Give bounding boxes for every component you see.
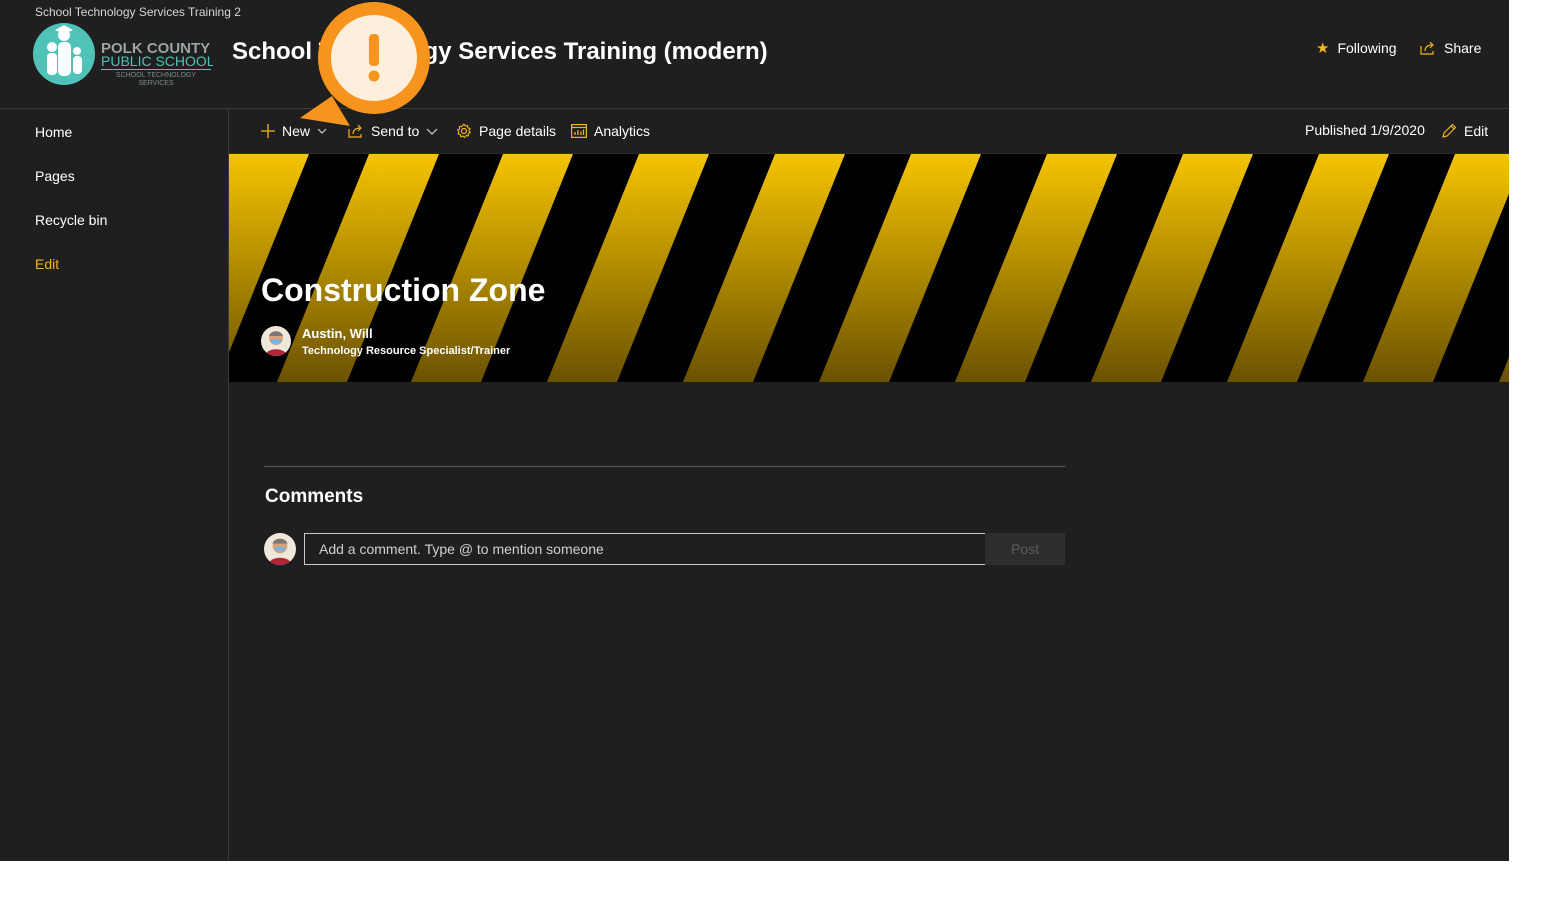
nav-edit-link[interactable]: Edit	[35, 256, 59, 272]
comments-heading: Comments	[265, 486, 364, 507]
nav-item-recycle-bin[interactable]: Recycle bin	[35, 212, 107, 228]
author-job-title: Technology Resource Specialist/Trainer	[302, 345, 511, 357]
following-button[interactable]: ★ Following	[1316, 38, 1397, 58]
person-icon	[265, 331, 287, 356]
site-header: School Technology Services Training 2 PO…	[0, 0, 1509, 109]
nav-item-home[interactable]: Home	[35, 124, 72, 140]
sharepoint-window: School Technology Services Training 2 PO…	[0, 0, 1509, 861]
gear-icon	[457, 123, 471, 139]
hub-name-link[interactable]: School Technology Services Training 2	[35, 5, 241, 19]
page-details-label: Page details	[479, 123, 557, 139]
svg-text:SCHOOL TECHNOLOGY: SCHOOL TECHNOLOGY	[116, 72, 196, 79]
nav-item-pages[interactable]: Pages	[35, 168, 75, 184]
left-navigation: Home Pages Recycle bin Edit	[0, 109, 229, 861]
page-title: Construction Zone	[261, 272, 546, 308]
svg-text:PUBLIC SCHOOLS: PUBLIC SCHOOLS	[101, 53, 213, 69]
edit-page-button[interactable]: Edit	[1441, 121, 1488, 141]
author-name[interactable]: Austin, Will	[302, 326, 373, 341]
share-button[interactable]: Share	[1420, 38, 1481, 58]
svg-text:SERVICES: SERVICES	[138, 80, 174, 87]
pencil-icon	[1442, 123, 1457, 138]
star-icon: ★	[1316, 40, 1330, 57]
analytics-button[interactable]: Analytics	[571, 121, 650, 141]
analytics-icon	[571, 124, 587, 138]
published-status: Published 1/9/2020	[1305, 122, 1425, 138]
comments-divider	[264, 466, 1065, 467]
post-button[interactable]: Post	[985, 533, 1065, 565]
analytics-label: Analytics	[594, 123, 651, 139]
person-icon	[268, 538, 292, 565]
current-user-avatar	[264, 533, 296, 565]
share-label: Share	[1444, 40, 1482, 56]
comment-input[interactable]	[304, 533, 992, 565]
polk-county-logo[interactable]: POLK COUNTY PUBLIC SCHOOLS SCHOOL TECHNO…	[33, 21, 213, 89]
page-details-button[interactable]: Page details	[456, 121, 556, 141]
edit-page-label: Edit	[1464, 123, 1489, 139]
following-label: Following	[1337, 40, 1397, 56]
alert-icon[interactable]	[296, 0, 436, 140]
plus-icon	[261, 124, 275, 138]
share-icon	[1420, 41, 1434, 55]
author-avatar[interactable]	[261, 326, 291, 356]
hero-banner: Construction Zone Austin, Will Technolog…	[229, 154, 1509, 382]
